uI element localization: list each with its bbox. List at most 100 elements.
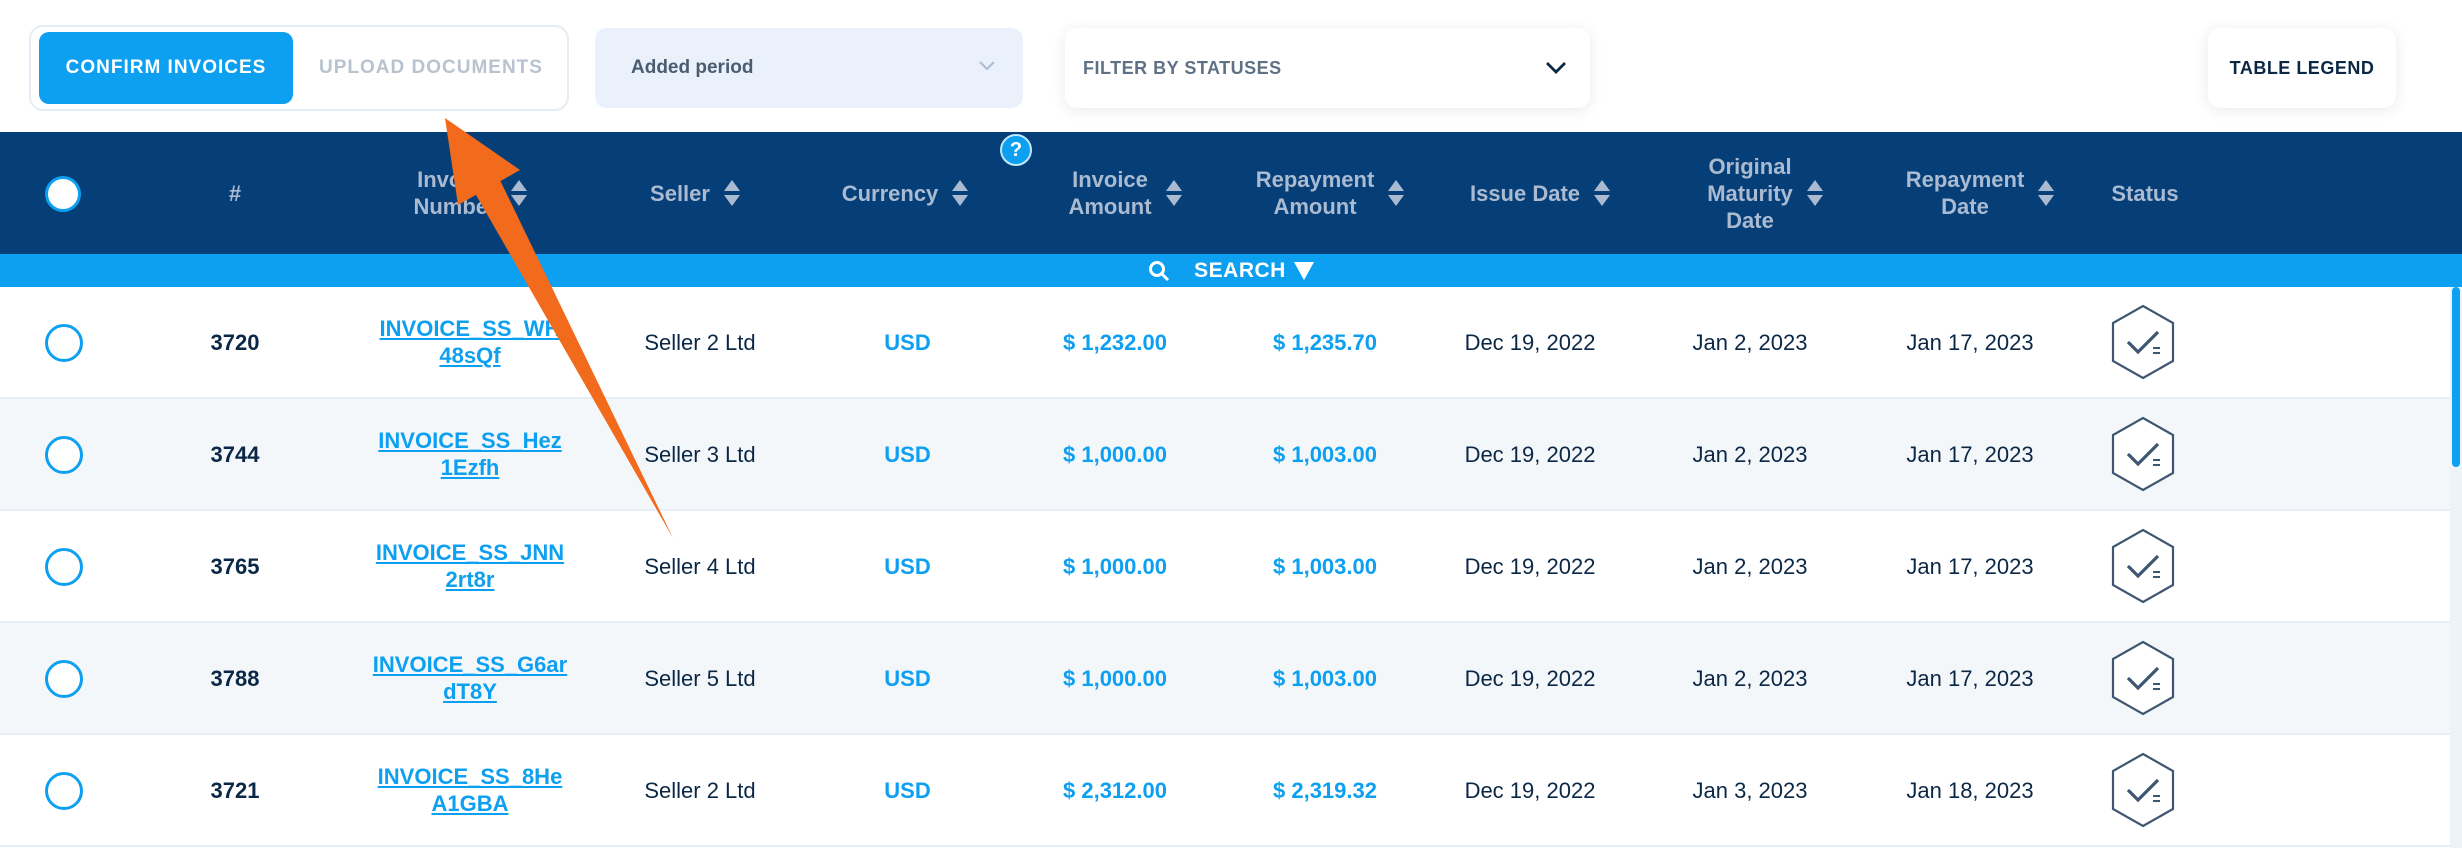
column-header-original-maturity-date[interactable]: Original Maturity Date [1680,132,1850,254]
toolbar: CONFIRM INVOICES UPLOAD DOCUMENTS Added … [0,0,2462,132]
cell-maturity-date: Jan 2, 2023 [1692,553,1808,579]
column-label: Original Maturity Date [1707,153,1793,233]
column-label: Seller [650,180,710,206]
cell-status [2108,623,2178,733]
cell-maturity-date: Jan 2, 2023 [1692,665,1808,691]
column-label: Repayment Amount [1255,167,1375,219]
cell-number: 3720 [210,329,260,355]
cell-seller: Seller 5 Ltd [644,665,756,691]
column-header-invoice-amount[interactable]: Invoice Amount [1040,132,1210,254]
cell-issue-date: Dec 19, 2022 [1464,553,1596,579]
column-header-number[interactable]: # [190,132,280,254]
sort-icon[interactable] [2038,178,2055,208]
status-confirm-icon[interactable] [2108,638,2178,718]
sort-icon[interactable] [510,178,527,208]
help-icon[interactable]: ? [1000,134,1032,166]
cell-repayment-date: Jan 18, 2023 [1906,777,2034,803]
cell-number: 3765 [210,553,260,579]
search-toggle[interactable]: SEARCH [0,254,2462,287]
column-header-issue-date[interactable]: Issue Date [1450,132,1630,254]
invoice-number-link[interactable]: INVOICE_SS_JNN 2rt8r [355,511,585,621]
sort-icon[interactable] [952,178,969,208]
cell-seller: Seller 4 Ltd [644,553,756,579]
column-label: # [228,180,242,206]
cell-issue-date: Dec 19, 2022 [1464,441,1596,467]
table-row[interactable]: 3721 INVOICE_SS_8He A1GBA Seller 2 Ltd US… [0,735,2450,847]
upload-documents-tab[interactable]: UPLOAD DOCUMENTS [301,32,561,104]
cell-issue-date: Dec 19, 2022 [1464,777,1596,803]
column-header-invoice-number[interactable]: Invoice Number [355,132,585,254]
row-checkbox[interactable] [45,660,83,698]
cell-currency: USD [884,777,931,803]
column-label: Invoice Amount [1068,167,1152,219]
column-header-repayment-amount[interactable]: Repayment Amount [1235,132,1425,254]
scrollbar-thumb[interactable] [2452,287,2460,467]
cell-status [2108,735,2178,845]
search-icon [1149,260,1170,281]
column-header-status: Status [2090,132,2200,254]
cell-issue-date: Dec 19, 2022 [1464,665,1596,691]
cell-currency: USD [884,553,931,579]
column-header-currency[interactable]: Currency [820,132,990,254]
column-label: Repayment Date [1905,167,2025,219]
column-label: Currency [841,180,939,206]
column-label: Issue Date [1469,180,1581,206]
cell-repayment-amount: $ 1,235.70 [1273,329,1377,355]
sort-icon[interactable] [1594,178,1611,208]
column-label: Status [2111,180,2179,206]
cell-invoice-amount: $ 2,312.00 [1063,777,1167,803]
invoice-number-link[interactable]: INVOICE_SS_8He A1GBA [355,735,585,845]
confirm-invoices-tab[interactable]: CONFIRM INVOICES [39,32,293,104]
cell-invoice-amount: $ 1,000.00 [1063,553,1167,579]
table-row[interactable]: 3765 INVOICE_SS_JNN 2rt8r Seller 4 Ltd US… [0,511,2450,623]
invoice-number-link[interactable]: INVOICE_SS_WH 48sQf [355,287,585,397]
sort-icon[interactable] [1165,178,1182,208]
cell-status [2108,287,2178,397]
cell-invoice-amount: $ 1,000.00 [1063,441,1167,467]
cell-seller: Seller 3 Ltd [644,441,756,467]
cell-status [2108,511,2178,621]
cell-number: 3721 [210,777,260,803]
sort-icon[interactable] [723,178,740,208]
cell-repayment-date: Jan 17, 2023 [1906,441,2034,467]
status-confirm-icon[interactable] [2108,750,2178,830]
table-row[interactable]: 3720 INVOICE_SS_WH 48sQf Seller 2 Ltd USD… [0,287,2450,399]
status-confirm-icon[interactable] [2108,414,2178,494]
mode-switch: CONFIRM INVOICES UPLOAD DOCUMENTS [29,25,569,111]
table-row[interactable]: 3788 INVOICE_SS_G6ar dT8Y Seller 5 Ltd US… [0,623,2450,735]
row-checkbox[interactable] [45,548,83,586]
cell-currency: USD [884,329,931,355]
column-header-seller[interactable]: Seller [620,132,770,254]
filter-statuses-select[interactable]: FILTER BY STATUSES [1065,28,1590,108]
cell-repayment-amount: $ 1,003.00 [1273,665,1377,691]
status-confirm-icon[interactable] [2108,302,2178,382]
row-checkbox[interactable] [45,436,83,474]
row-checkbox[interactable] [45,324,83,362]
cell-repayment-date: Jan 17, 2023 [1906,665,2034,691]
search-label: SEARCH [1194,258,1286,282]
column-header-repayment-date[interactable]: Repayment Date [1890,132,2070,254]
invoice-number-link[interactable]: INVOICE_SS_G6ar dT8Y [355,623,585,733]
sort-icon[interactable] [1388,178,1405,208]
filter-statuses-label: FILTER BY STATUSES [1083,57,1282,78]
cell-seller: Seller 2 Ltd [644,777,756,803]
cell-repayment-amount: $ 1,003.00 [1273,441,1377,467]
row-checkbox[interactable] [45,772,83,810]
added-period-select[interactable]: Added period [595,28,1023,108]
select-all-checkbox[interactable] [45,176,81,212]
status-confirm-icon[interactable] [2108,526,2178,606]
cell-seller: Seller 2 Ltd [644,329,756,355]
chevron-down-icon [979,61,995,71]
sort-icon[interactable] [1806,178,1823,208]
table-legend-button[interactable]: TABLE LEGEND [2208,28,2396,108]
cell-invoice-amount: $ 1,232.00 [1063,329,1167,355]
table-row[interactable]: 3744 INVOICE_SS_Hez 1Ezfh Seller 3 Ltd US… [0,399,2450,511]
cell-maturity-date: Jan 2, 2023 [1692,441,1808,467]
cell-invoice-amount: $ 1,000.00 [1063,665,1167,691]
column-label: Invoice Number [413,167,497,219]
cell-status [2108,399,2178,509]
cell-maturity-date: Jan 3, 2023 [1692,777,1808,803]
invoice-number-link[interactable]: INVOICE_SS_Hez 1Ezfh [355,399,585,509]
cell-repayment-date: Jan 17, 2023 [1906,553,2034,579]
cell-currency: USD [884,665,931,691]
